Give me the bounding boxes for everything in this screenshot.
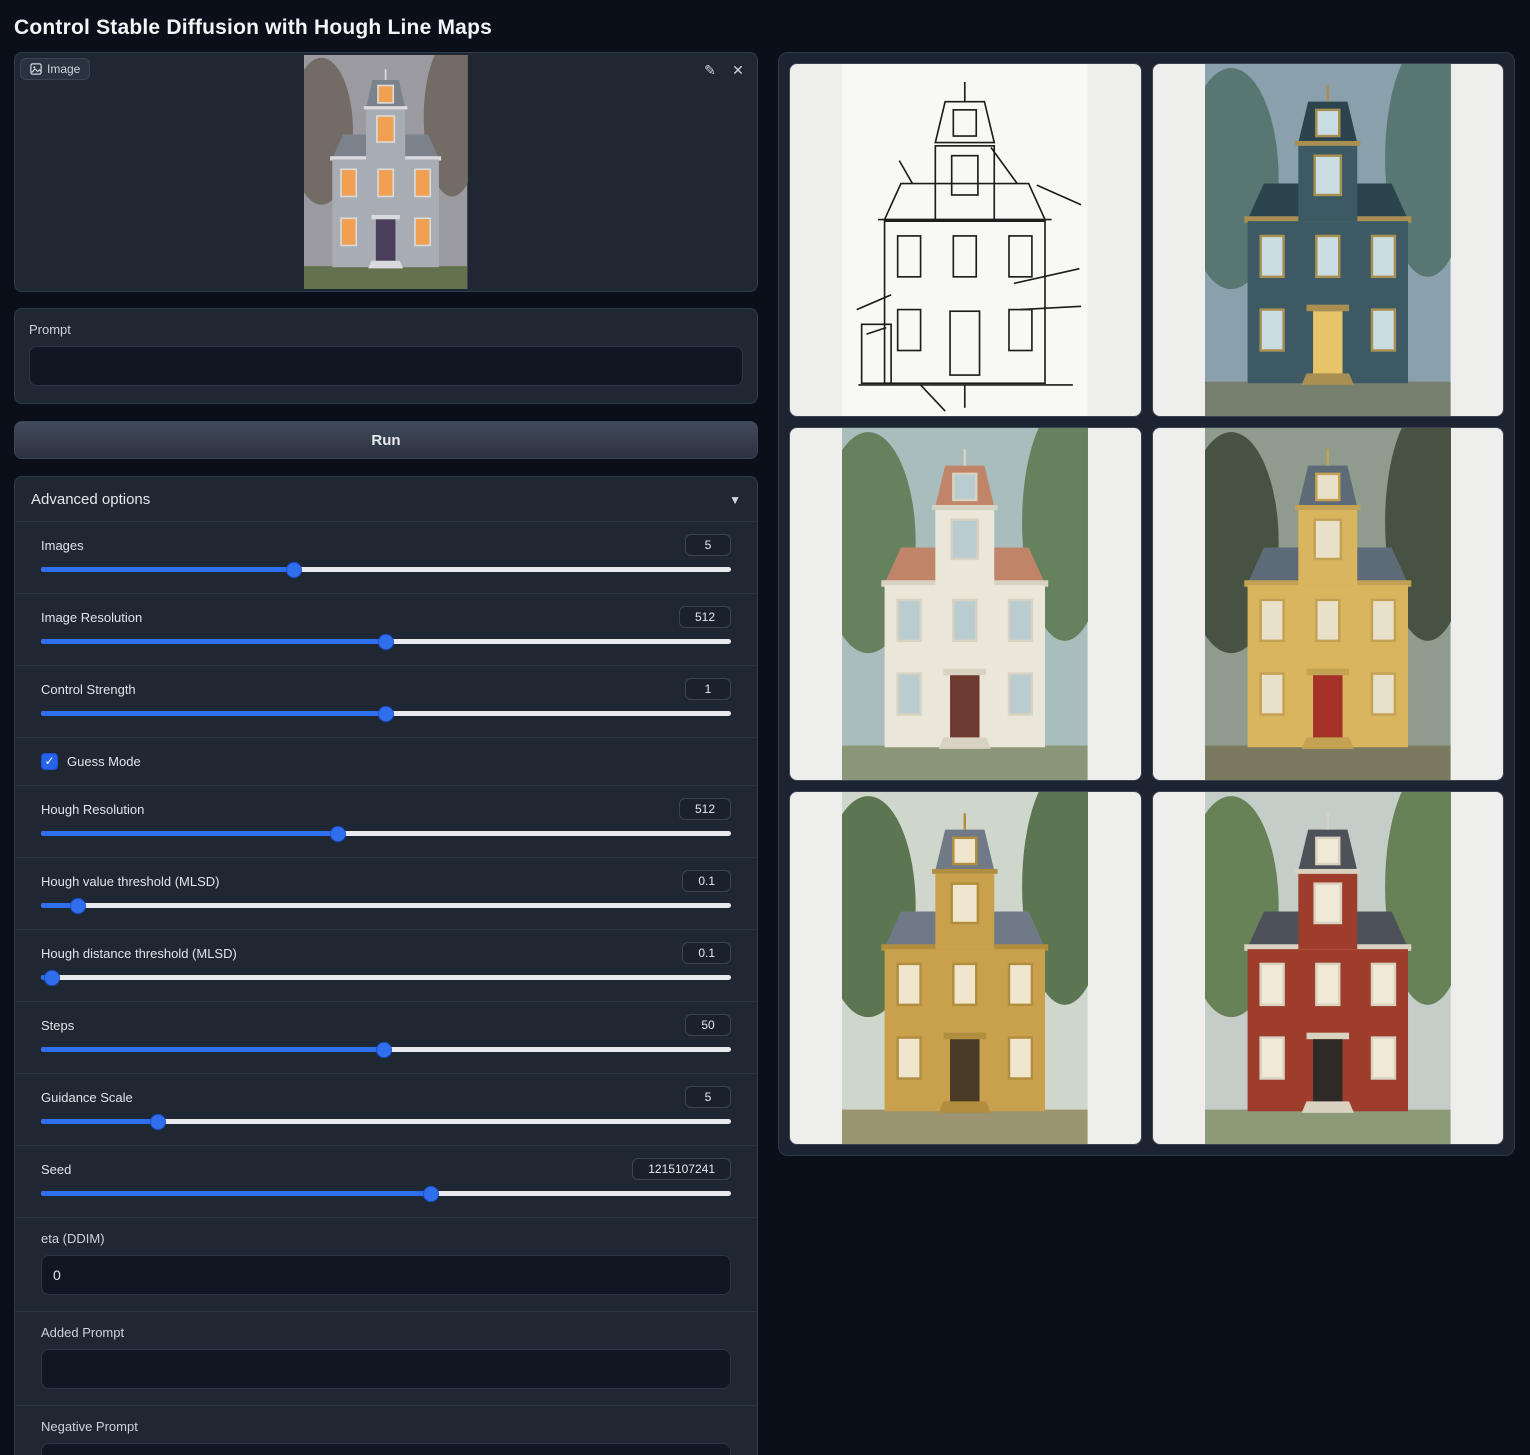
controls-column: Image ✎ ✕ Prompt xyxy=(14,52,758,1455)
slider-images-value[interactable]: 5 xyxy=(685,534,731,556)
slider-image-resolution-track[interactable] xyxy=(41,639,731,644)
results-column xyxy=(778,52,1515,1156)
image-label-chip: Image xyxy=(20,58,90,80)
negative-prompt-block: Negative Prompt xyxy=(15,1405,757,1455)
prompt-label: Prompt xyxy=(29,322,743,337)
slider-hough-value-threshold-track[interactable] xyxy=(41,903,731,908)
slider-guidance-scale-track[interactable] xyxy=(41,1119,731,1124)
slider-hough-value-threshold-label: Hough value threshold (MLSD) xyxy=(41,874,219,889)
main-columns: Image ✎ ✕ Prompt xyxy=(0,52,1530,1455)
gallery-item-result-tan-victorian[interactable] xyxy=(1152,427,1505,781)
slider-image-resolution: Image Resolution 512 xyxy=(15,593,757,665)
slider-image-resolution-value[interactable]: 512 xyxy=(679,606,731,628)
slider-image-resolution-label: Image Resolution xyxy=(41,610,142,625)
edit-image-button[interactable]: ✎ xyxy=(699,59,721,81)
negative-prompt-label: Negative Prompt xyxy=(41,1419,731,1434)
added-prompt-input[interactable] xyxy=(41,1349,731,1389)
slider-hough-value-threshold-handle[interactable] xyxy=(70,898,86,914)
slider-steps-handle[interactable] xyxy=(376,1042,392,1058)
chevron-down-icon: ▼ xyxy=(729,493,741,507)
slider-hough-distance-threshold-label: Hough distance threshold (MLSD) xyxy=(41,946,237,961)
slider-hough-distance-threshold-track[interactable] xyxy=(41,975,731,980)
advanced-options-panel: Advanced options ▼ Images 5 xyxy=(14,476,758,1455)
slider-guidance-scale-label: Guidance Scale xyxy=(41,1090,133,1105)
output-gallery xyxy=(789,63,1504,1145)
image-label: Image xyxy=(47,62,80,76)
slider-control-strength-track[interactable] xyxy=(41,711,731,716)
advanced-options-label: Advanced options xyxy=(31,491,150,508)
slider-seed-label: Seed xyxy=(41,1162,71,1177)
prompt-input[interactable] xyxy=(29,346,743,386)
gallery-item-result-gold-victorian[interactable] xyxy=(789,791,1142,1145)
eta-block: eta (DDIM) xyxy=(15,1217,757,1311)
app-root: Control Stable Diffusion with Hough Line… xyxy=(0,0,1530,1455)
run-button[interactable]: Run xyxy=(14,421,758,459)
slider-images-handle[interactable] xyxy=(286,562,302,578)
slider-control-strength-value[interactable]: 1 xyxy=(685,678,731,700)
slider-control-strength: Control Strength 1 xyxy=(15,665,757,737)
negative-prompt-input[interactable] xyxy=(41,1443,731,1455)
image-icon xyxy=(30,63,42,75)
slider-hough-distance-threshold-handle[interactable] xyxy=(44,970,60,986)
slider-hough-resolution-label: Hough Resolution xyxy=(41,802,144,817)
slider-control-strength-label: Control Strength xyxy=(41,682,136,697)
guess-mode-label: Guess Mode xyxy=(67,754,141,769)
slider-hough-resolution-handle[interactable] xyxy=(330,826,346,842)
guess-mode-row: ✓ Guess Mode xyxy=(15,737,757,785)
slider-hough-value-threshold: Hough value threshold (MLSD) 0.1 xyxy=(15,857,757,929)
page-title: Control Stable Diffusion with Hough Line… xyxy=(0,0,1530,52)
slider-seed: Seed 1215107241 xyxy=(15,1145,757,1217)
slider-hough-resolution-value[interactable]: 512 xyxy=(679,798,731,820)
slider-steps-value[interactable]: 50 xyxy=(685,1014,731,1036)
slider-images-label: Images xyxy=(41,538,84,553)
output-gallery-panel xyxy=(778,52,1515,1156)
slider-steps: Steps 50 xyxy=(15,1001,757,1073)
slider-seed-value[interactable]: 1215107241 xyxy=(632,1158,731,1180)
clear-image-button[interactable]: ✕ xyxy=(727,59,749,81)
uploaded-image[interactable] xyxy=(304,55,467,289)
gallery-item-result-blue-victorian[interactable] xyxy=(1152,63,1505,417)
prompt-panel: Prompt xyxy=(14,308,758,404)
advanced-options-accordion[interactable]: Advanced options ▼ xyxy=(15,477,757,521)
slider-image-resolution-handle[interactable] xyxy=(378,634,394,650)
slider-seed-track[interactable] xyxy=(41,1191,731,1196)
gallery-item-result-white-victorian[interactable] xyxy=(789,427,1142,781)
input-image-panel: Image ✎ ✕ xyxy=(14,52,758,292)
slider-hough-value-threshold-value[interactable]: 0.1 xyxy=(682,870,731,892)
eta-input[interactable] xyxy=(41,1255,731,1295)
slider-hough-distance-threshold: Hough distance threshold (MLSD) 0.1 xyxy=(15,929,757,1001)
gallery-item-result-red-victorian[interactable] xyxy=(1152,791,1505,1145)
slider-hough-resolution-track[interactable] xyxy=(41,831,731,836)
slider-guidance-scale-value[interactable]: 5 xyxy=(685,1086,731,1108)
added-prompt-block: Added Prompt xyxy=(15,1311,757,1405)
guess-mode-checkbox[interactable]: ✓ xyxy=(41,753,58,770)
slider-seed-handle[interactable] xyxy=(423,1186,439,1202)
slider-images: Images 5 xyxy=(15,521,757,593)
slider-control-strength-handle[interactable] xyxy=(378,706,394,722)
slider-guidance-scale: Guidance Scale 5 xyxy=(15,1073,757,1145)
added-prompt-label: Added Prompt xyxy=(41,1325,731,1340)
slider-guidance-scale-handle[interactable] xyxy=(150,1114,166,1130)
slider-hough-resolution: Hough Resolution 512 xyxy=(15,785,757,857)
slider-steps-track[interactable] xyxy=(41,1047,731,1052)
eta-label: eta (DDIM) xyxy=(41,1231,731,1246)
slider-hough-distance-threshold-value[interactable]: 0.1 xyxy=(682,942,731,964)
image-toolbar: ✎ ✕ xyxy=(699,59,749,81)
slider-steps-label: Steps xyxy=(41,1018,74,1033)
gallery-item-hough-line-map[interactable] xyxy=(789,63,1142,417)
slider-images-track[interactable] xyxy=(41,567,731,572)
